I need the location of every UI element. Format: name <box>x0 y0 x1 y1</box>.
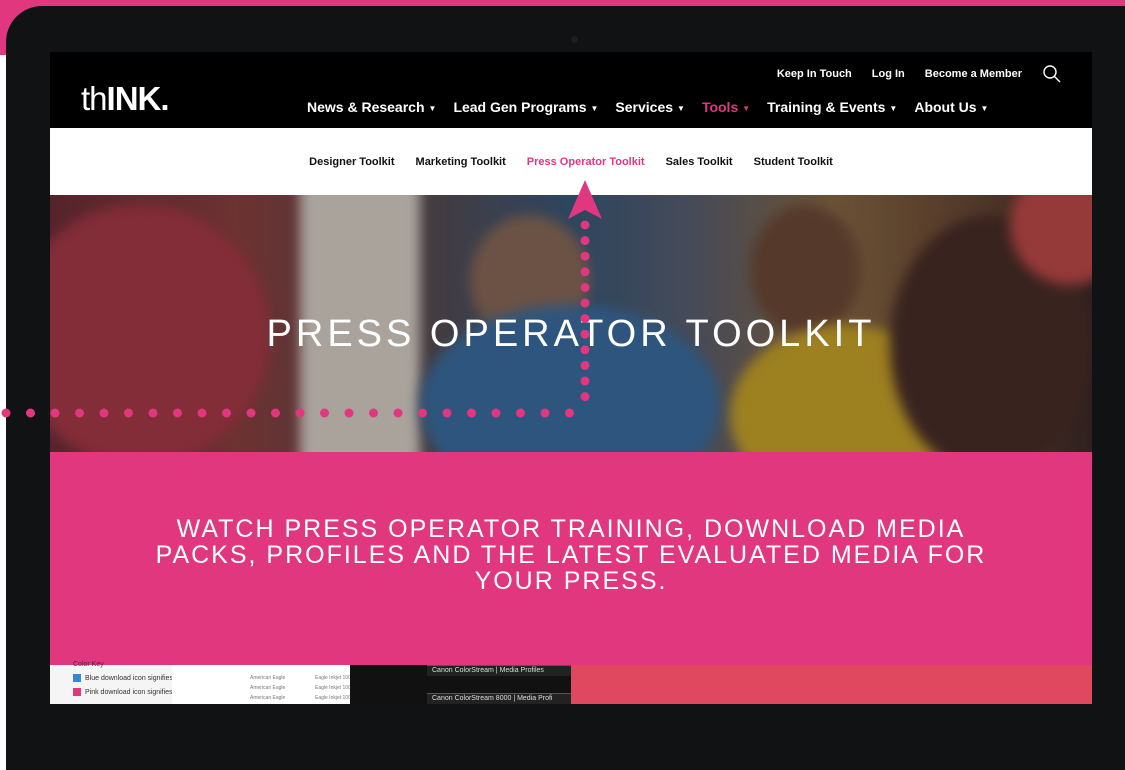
pointer-dot <box>271 408 280 418</box>
pointer-dot <box>467 408 476 418</box>
pointer-dot <box>580 267 590 277</box>
pointer-dot <box>148 408 158 418</box>
pointer-dot <box>418 408 427 418</box>
pointer-dot <box>173 408 182 418</box>
arrow-up-icon <box>568 180 602 219</box>
pointer-dot <box>580 220 590 230</box>
pointer-dot <box>442 408 452 418</box>
pointer-dot <box>580 360 590 370</box>
pointer-dot <box>369 408 378 418</box>
pointer-dot <box>295 408 305 418</box>
pointer-dot <box>491 408 501 418</box>
pointer-dot <box>580 392 590 402</box>
pointer-dot <box>26 408 35 418</box>
pointer-dot <box>565 408 574 418</box>
pointer-dot <box>580 376 590 386</box>
pointer-dot <box>75 408 84 418</box>
pointer-overlay <box>1 180 602 418</box>
pointer-dot <box>580 236 590 246</box>
pointer-dot <box>580 329 590 339</box>
pointer-dot <box>580 282 590 292</box>
pointer-dot <box>246 408 256 418</box>
pointer-dot <box>344 408 354 418</box>
pointer-dot <box>580 298 590 308</box>
pointer-dot <box>516 408 525 418</box>
pointer-dot <box>540 408 550 418</box>
pointer-dot <box>124 408 133 418</box>
dotted-pointer-line <box>1 220 590 418</box>
pointer-dot <box>320 408 329 418</box>
pointer-dot <box>580 314 590 324</box>
pointer-dot <box>50 408 60 418</box>
pointer-dot <box>99 408 109 418</box>
pointer-dot <box>580 345 590 355</box>
pointer-dot <box>393 408 403 418</box>
pointer-dot <box>197 408 207 418</box>
pointer-dot <box>222 408 231 418</box>
pointer-dot <box>1 408 11 418</box>
pointer-dot <box>580 251 590 261</box>
